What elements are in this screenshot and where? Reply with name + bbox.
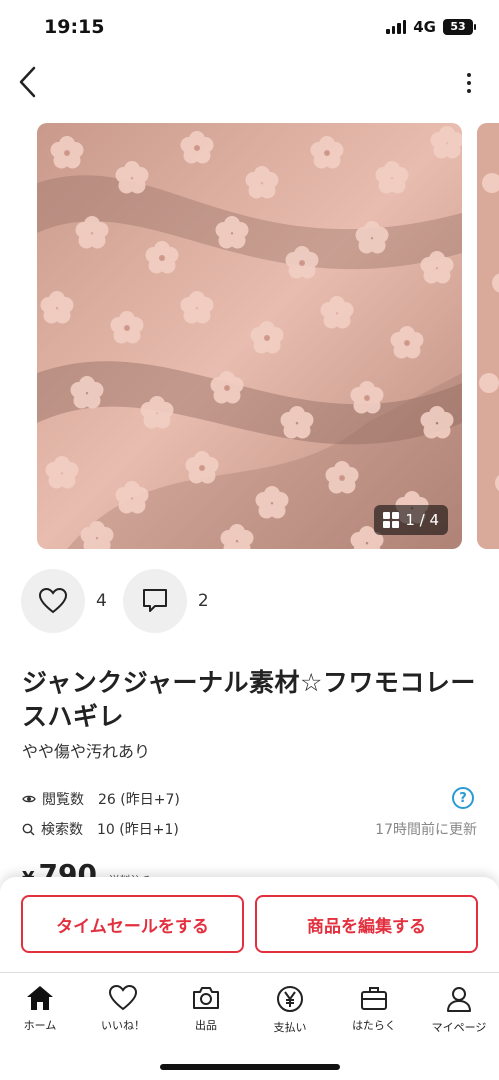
tab-likes-label: いいね！ [101,1019,145,1032]
help-icon[interactable]: ? [452,787,474,809]
comment-count: 2 [197,591,209,611]
comment-button[interactable] [122,569,187,633]
signal-icon [386,20,407,34]
home-indicator[interactable] [160,1064,340,1070]
status-bar: 19:15 4G 53 [0,0,499,56]
image-counter-text: 1 / 4 [405,511,439,529]
views-stat: 閲覧数 26 (昨日+7) [22,789,180,809]
views-label: 閲覧数 [42,792,84,808]
image-carousel[interactable]: 1 / 4 [37,123,499,549]
item-title: ジャンクジャーナル素材☆フワモコレースハギレ [22,668,476,731]
tab-bar: ホーム いいね！ 出品 支払い はたらく マイページ [0,972,499,1080]
tab-home[interactable]: ホーム [5,985,75,1033]
next-photo-image [477,123,499,549]
person-icon [447,987,471,1012]
search-stat: 検索数 10 (昨日+1) [22,819,179,839]
tab-mypage[interactable]: マイページ [424,985,494,1035]
heart-icon [109,985,137,1011]
tab-mypage-label: マイページ [431,1021,487,1034]
action-sheet: タイムセールをする 商品を編集する [0,877,499,972]
tab-sell-label: 出品 [195,1019,217,1032]
battery-icon: 53 [443,19,476,35]
grid-icon [383,512,400,528]
like-count: 4 [96,591,107,611]
camera-icon [193,987,219,1009]
search-label: 検索数 [41,822,83,838]
home-icon [27,986,53,1010]
edit-item-button[interactable]: 商品を編集する [255,895,478,953]
tab-work-label: はたらく [352,1019,396,1032]
search-icon [22,823,35,835]
tab-payment[interactable]: 支払い [255,985,325,1035]
tab-likes[interactable]: いいね！ [88,985,158,1033]
item-condition: やや傷や汚れあり [22,742,151,761]
like-button[interactable] [21,569,85,633]
briefcase-icon [361,987,387,1010]
tab-payment-label: 支払い [273,1021,307,1034]
timesale-button[interactable]: タイムセールをする [21,895,244,953]
status-time: 19:15 [44,16,105,38]
views-value: 26 (昨日+7) [98,792,180,808]
tab-sell[interactable]: 出品 [171,985,241,1033]
search-value: 10 (昨日+1) [97,822,179,838]
next-photo-peek[interactable] [477,123,499,549]
chevron-left-icon [19,66,36,98]
network-type: 4G [413,18,436,36]
product-photo[interactable]: 1 / 4 [37,123,462,549]
tab-home-label: ホーム [23,1019,57,1032]
back-button[interactable] [12,64,44,100]
updated-time: 17時間前に更新 [375,822,477,838]
more-vertical-icon [467,73,471,77]
comment-icon [142,589,167,612]
more-options-button[interactable] [461,70,477,96]
image-counter: 1 / 4 [374,505,448,535]
heart-icon [39,588,67,614]
tab-work[interactable]: はたらく [339,985,409,1033]
social-actions: 4 2 [21,569,209,633]
yen-icon [277,986,303,1012]
status-indicators: 4G 53 [386,18,476,36]
lace-fabric-image [37,123,462,549]
eye-icon [22,795,36,803]
